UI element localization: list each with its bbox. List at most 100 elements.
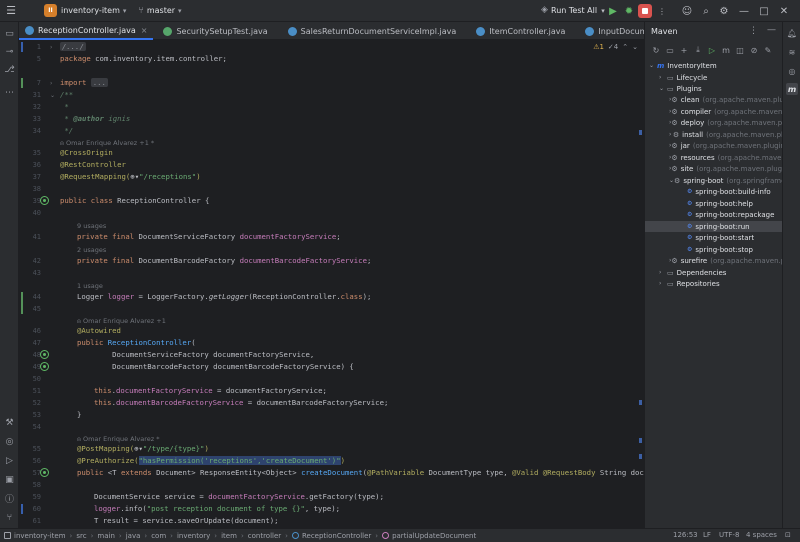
check-count[interactable]: ✓4: [608, 43, 618, 51]
tree-item-plugin-spring-boot[interactable]: ⌄ ⚙ spring-boot (org.springframe: [645, 175, 782, 186]
problems-icon[interactable]: ⓘ: [3, 492, 16, 505]
breadcrumb-item[interactable]: main: [97, 532, 115, 540]
breadcrumb-item[interactable]: controller: [248, 532, 281, 540]
usages-hint[interactable]: 9 usages: [77, 222, 106, 230]
run-icon[interactable]: ▷: [3, 454, 16, 467]
tree-item-plugin[interactable]: › ⚙ surefire (org.apache.maven.p: [645, 255, 782, 266]
scroll-marker[interactable]: [639, 400, 642, 405]
project-name[interactable]: inventory-item: [61, 6, 120, 15]
breadcrumb-item[interactable]: inventory: [177, 532, 210, 540]
more-options-icon[interactable]: ⋮: [749, 26, 758, 36]
add-icon[interactable]: +: [679, 45, 689, 55]
scroll-marker[interactable]: [639, 454, 642, 459]
run-config-icon[interactable]: ◈: [541, 5, 551, 15]
breadcrumb-item[interactable]: com: [151, 532, 166, 540]
terminal-icon[interactable]: ▣: [3, 473, 16, 486]
chevron-right-icon[interactable]: ›: [659, 269, 667, 276]
tree-item-goal[interactable]: ⚙ spring-boot:build-info: [645, 186, 782, 197]
tree-item-plugin[interactable]: › ⚙ site (org.apache.maven.plugin: [645, 163, 782, 174]
search-icon[interactable]: ⌕: [699, 4, 713, 18]
git-branch-icon[interactable]: ⑂: [138, 6, 143, 16]
tree-item-repositories[interactable]: › ▭ Repositories: [645, 278, 782, 289]
database-icon[interactable]: ≋: [786, 46, 798, 58]
chevron-down-icon[interactable]: ▾: [123, 7, 127, 15]
editor-scrollbar[interactable]: [636, 40, 644, 528]
tree-item-goal[interactable]: ⚙ spring-boot:repackage: [645, 209, 782, 220]
tree-item-goal-selected[interactable]: ⚙ spring-boot:run: [645, 221, 782, 232]
fold-icon[interactable]: ⌄: [50, 92, 55, 99]
indent-setting[interactable]: 4 spaces: [746, 531, 777, 539]
author-hint[interactable]: ⍝ Omar Enrique Alvarez +1: [77, 317, 166, 326]
chevron-down-icon[interactable]: ▾: [178, 7, 182, 15]
file-encoding[interactable]: UTF-8: [719, 531, 739, 539]
tree-item-plugin[interactable]: ›⚙clean(org.apache.maven.plugins: [645, 94, 782, 105]
usages-hint[interactable]: 1 usage: [77, 282, 103, 290]
lock-icon[interactable]: ⊡: [785, 531, 791, 539]
version-control-icon[interactable]: ⑂: [3, 511, 16, 524]
tree-item-plugin[interactable]: › ⚙ deploy (org.apache.maven.pl: [645, 117, 782, 128]
vcs-modified-marker[interactable]: [21, 504, 23, 514]
toggle-offline-icon[interactable]: ◫: [735, 45, 745, 55]
spring-bean-icon[interactable]: [40, 350, 49, 359]
tree-item-lifecycle[interactable]: › ▭ Lifecycle: [645, 72, 782, 83]
chevron-down-icon[interactable]: ⌄: [659, 85, 667, 92]
warning-count[interactable]: ⚠1: [593, 43, 604, 51]
line-separator[interactable]: LF: [703, 531, 711, 539]
stop-button[interactable]: [638, 4, 652, 18]
spring-bean-icon[interactable]: [40, 362, 49, 371]
minimize-icon[interactable]: —: [737, 4, 751, 18]
maven-icon[interactable]: m: [786, 83, 798, 95]
commit-icon[interactable]: ⊸: [3, 45, 16, 58]
web-url-icon[interactable]: ⊕▾: [134, 444, 143, 453]
tab-item-controller[interactable]: ItemController.java: [462, 22, 571, 40]
breadcrumb-item[interactable]: item: [221, 532, 237, 540]
tree-item-plugin[interactable]: › ⚙ compiler (org.apache.maven.: [645, 106, 782, 117]
inspection-indicator[interactable]: ⚠1 ✓4 ⌃ ⌄: [593, 43, 638, 51]
breadcrumb-item[interactable]: src: [76, 532, 86, 540]
tab-sales-return-service[interactable]: SalesReturnDocumentServiceImpl.java: [274, 22, 463, 40]
vcs-added-marker[interactable]: [21, 292, 23, 314]
close-icon[interactable]: ✕: [777, 4, 791, 18]
copilot-icon[interactable]: ◎: [786, 65, 798, 77]
project-badge[interactable]: II: [44, 4, 57, 17]
breadcrumb-item[interactable]: partialUpdateDocument: [392, 532, 476, 540]
run-icon[interactable]: ▷: [707, 45, 717, 55]
code-editor[interactable]: 1 5 7 31 32 33 34 35 36 37 38 39 40 41 4…: [19, 40, 644, 528]
chevron-down-icon[interactable]: ⌄: [649, 62, 657, 69]
run-config-selector[interactable]: Run Test All: [551, 6, 597, 15]
execute-goal-icon[interactable]: m: [721, 45, 731, 55]
notifications-icon[interactable]: 🔔︎: [786, 27, 798, 39]
author-hint[interactable]: ⍝ Omar Enrique Alvarez +1 *: [60, 139, 154, 148]
tree-item-goal[interactable]: ⚙ spring-boot:stop: [645, 244, 782, 255]
chevron-up-icon[interactable]: ⌃: [622, 43, 628, 51]
maximize-icon[interactable]: □: [757, 4, 771, 18]
structure-icon[interactable]: ⋯: [3, 86, 16, 99]
web-url-icon[interactable]: ⊕▾: [130, 172, 139, 181]
spring-bean-icon[interactable]: [40, 196, 49, 205]
scroll-marker[interactable]: [639, 130, 642, 135]
tree-item-plugin[interactable]: ›⚙resources(org.apache.maven.p: [645, 152, 782, 163]
git-icon[interactable]: ⎇: [3, 63, 16, 76]
services-icon[interactable]: ◎: [3, 435, 16, 448]
collapsed-region[interactable]: /.../: [60, 42, 86, 51]
skip-tests-icon[interactable]: ⊘: [749, 45, 759, 55]
minimize-icon[interactable]: —: [767, 25, 776, 35]
author-hint[interactable]: ⍝ Omar Enrique Alvarez *: [77, 435, 160, 444]
chevron-right-icon[interactable]: ›: [659, 74, 667, 81]
more-actions-icon[interactable]: ⋮: [655, 4, 669, 18]
chevron-right-icon[interactable]: ›: [659, 280, 667, 287]
tab-reception-controller[interactable]: ReceptionController.java ×: [19, 22, 154, 40]
tree-item-goal[interactable]: ⚙ spring-boot:help: [645, 198, 782, 209]
fold-icon[interactable]: ›: [50, 80, 52, 87]
settings-wrench-icon[interactable]: ✎: [763, 45, 773, 55]
usages-hint[interactable]: 2 usages: [77, 246, 106, 254]
folder-icon[interactable]: ▭: [665, 45, 675, 55]
collapsed-region[interactable]: ...: [90, 78, 108, 87]
scroll-marker[interactable]: [639, 438, 642, 443]
branch-name[interactable]: master: [147, 6, 175, 15]
tree-item-plugins[interactable]: ⌄ ▭ Plugins: [645, 83, 782, 94]
project-folder-icon[interactable]: ▭: [3, 27, 16, 40]
add-user-icon[interactable]: ☺: [680, 4, 694, 18]
tree-item-plugin[interactable]: › ⚙ install (org.apache.maven.pl: [645, 129, 782, 140]
breadcrumb-item[interactable]: java: [126, 532, 141, 540]
